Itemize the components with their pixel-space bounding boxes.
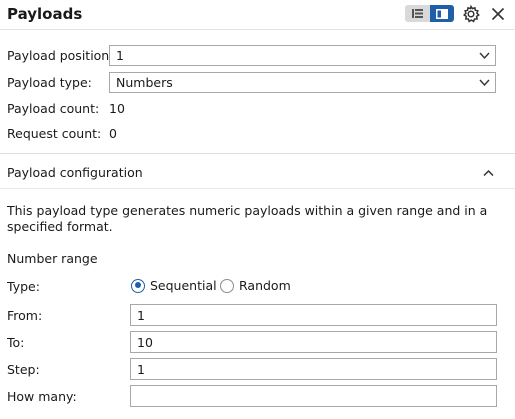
number-range-heading: Number range	[7, 251, 98, 266]
gear-icon[interactable]	[461, 4, 481, 24]
step-value: 1	[137, 362, 145, 377]
section-title-payload-configuration[interactable]: Payload configuration	[7, 165, 143, 180]
payload-count-value: 10	[109, 101, 125, 116]
step-label: Step:	[7, 362, 40, 377]
to-label: To:	[7, 335, 25, 350]
to-value: 10	[137, 335, 153, 350]
range-type-label: Type:	[7, 279, 40, 294]
config-description: This payload type generates numeric payl…	[7, 203, 488, 234]
payload-position-select[interactable]: 1	[109, 45, 496, 66]
payload-position-label: Payload position:	[7, 48, 114, 63]
from-value: 1	[137, 308, 145, 323]
payload-count-label: Payload count:	[7, 101, 100, 116]
radio-random[interactable]: Random	[220, 278, 291, 293]
from-label: From:	[7, 308, 43, 323]
page-title: Payloads	[7, 5, 83, 23]
payload-type-select[interactable]: Numbers	[109, 72, 496, 93]
list-view-icon[interactable]	[405, 5, 430, 22]
section-header-divider	[0, 188, 515, 189]
payload-position-value: 1	[116, 48, 124, 63]
view-toggle[interactable]	[405, 5, 454, 22]
payload-type-label: Payload type:	[7, 75, 92, 90]
panel-view-icon[interactable]	[429, 5, 454, 22]
request-count-label: Request count:	[7, 126, 102, 141]
section-divider	[0, 153, 515, 154]
request-count-value: 0	[109, 126, 117, 141]
radio-sequential[interactable]: Sequential	[131, 278, 217, 293]
chevron-up-icon[interactable]	[482, 166, 495, 177]
chevron-down-icon	[479, 79, 490, 87]
chevron-down-icon	[479, 52, 490, 60]
from-field[interactable]: 1	[130, 304, 497, 326]
panel-header: Payloads	[0, 0, 515, 30]
radio-button[interactable]	[220, 278, 234, 293]
payload-type-value: Numbers	[116, 75, 173, 90]
close-icon[interactable]	[489, 5, 507, 23]
how-many-field[interactable]	[130, 385, 497, 407]
to-field[interactable]: 10	[130, 331, 497, 353]
radio-button-selected[interactable]	[131, 278, 145, 293]
step-field[interactable]: 1	[130, 358, 497, 380]
how-many-label: How many:	[7, 389, 77, 404]
radio-random-label: Random	[239, 278, 291, 293]
radio-sequential-label: Sequential	[150, 278, 217, 293]
